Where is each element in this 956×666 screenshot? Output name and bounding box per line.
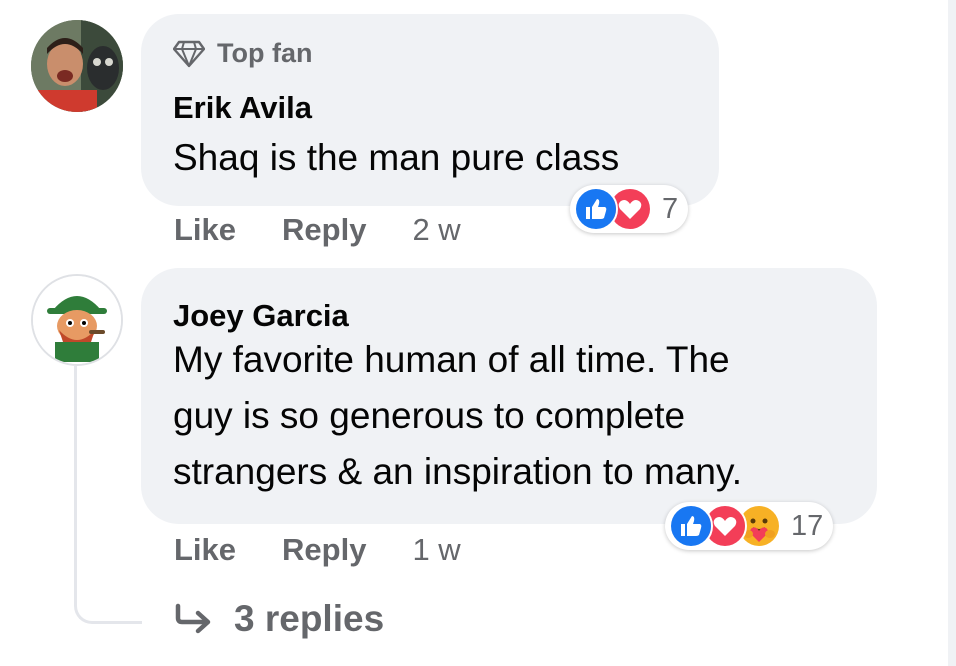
comment-actions: Like Reply 1 w — [174, 532, 461, 568]
avatar-erik-avila[interactable] — [31, 20, 123, 112]
avatar-joey-garcia[interactable] — [31, 274, 123, 366]
comment-actions: Like Reply 2 w — [174, 212, 461, 248]
thread-connector-line — [74, 366, 142, 624]
top-fan-badge: Top fan — [173, 38, 312, 69]
reply-arrow-icon — [175, 603, 211, 634]
view-replies-link[interactable]: 3 replies — [174, 598, 384, 640]
comment-timestamp[interactable]: 2 w — [412, 212, 460, 248]
like-icon — [574, 187, 618, 231]
reactions-summary[interactable]: 17 — [665, 502, 834, 550]
comment-author[interactable]: Erik Avila — [173, 90, 312, 126]
reactions-summary[interactable]: 7 — [570, 185, 689, 233]
reply-button[interactable]: Reply — [282, 532, 366, 568]
reaction-count: 17 — [791, 509, 824, 542]
comment-text-line: strangers & an inspiration to many. — [173, 451, 742, 492]
reaction-count: 7 — [662, 192, 679, 225]
reply-button[interactable]: Reply — [282, 212, 366, 248]
replies-label[interactable]: 3 replies — [234, 598, 384, 640]
like-button[interactable]: Like — [174, 212, 236, 248]
like-icon — [669, 504, 713, 548]
badge-label: Top fan — [217, 38, 313, 68]
comment-text: My favorite human of all time. The guy i… — [173, 332, 742, 500]
comment-author[interactable]: Joey Garcia — [173, 298, 349, 334]
comment-bubble: Joey Garcia My favorite human of all tim… — [141, 268, 877, 524]
like-button[interactable]: Like — [174, 532, 236, 568]
comment-text: Shaq is the man pure class — [173, 137, 620, 178]
comment-text-line: guy is so generous to complete — [173, 395, 686, 436]
comment-bubble: Top fan Erik Avila Shaq is the man pure … — [141, 14, 719, 206]
diamond-icon — [173, 40, 205, 67]
comment-timestamp[interactable]: 1 w — [412, 532, 460, 568]
scrollbar-track[interactable] — [948, 0, 956, 666]
comment-text-line: My favorite human of all time. The — [173, 339, 730, 380]
